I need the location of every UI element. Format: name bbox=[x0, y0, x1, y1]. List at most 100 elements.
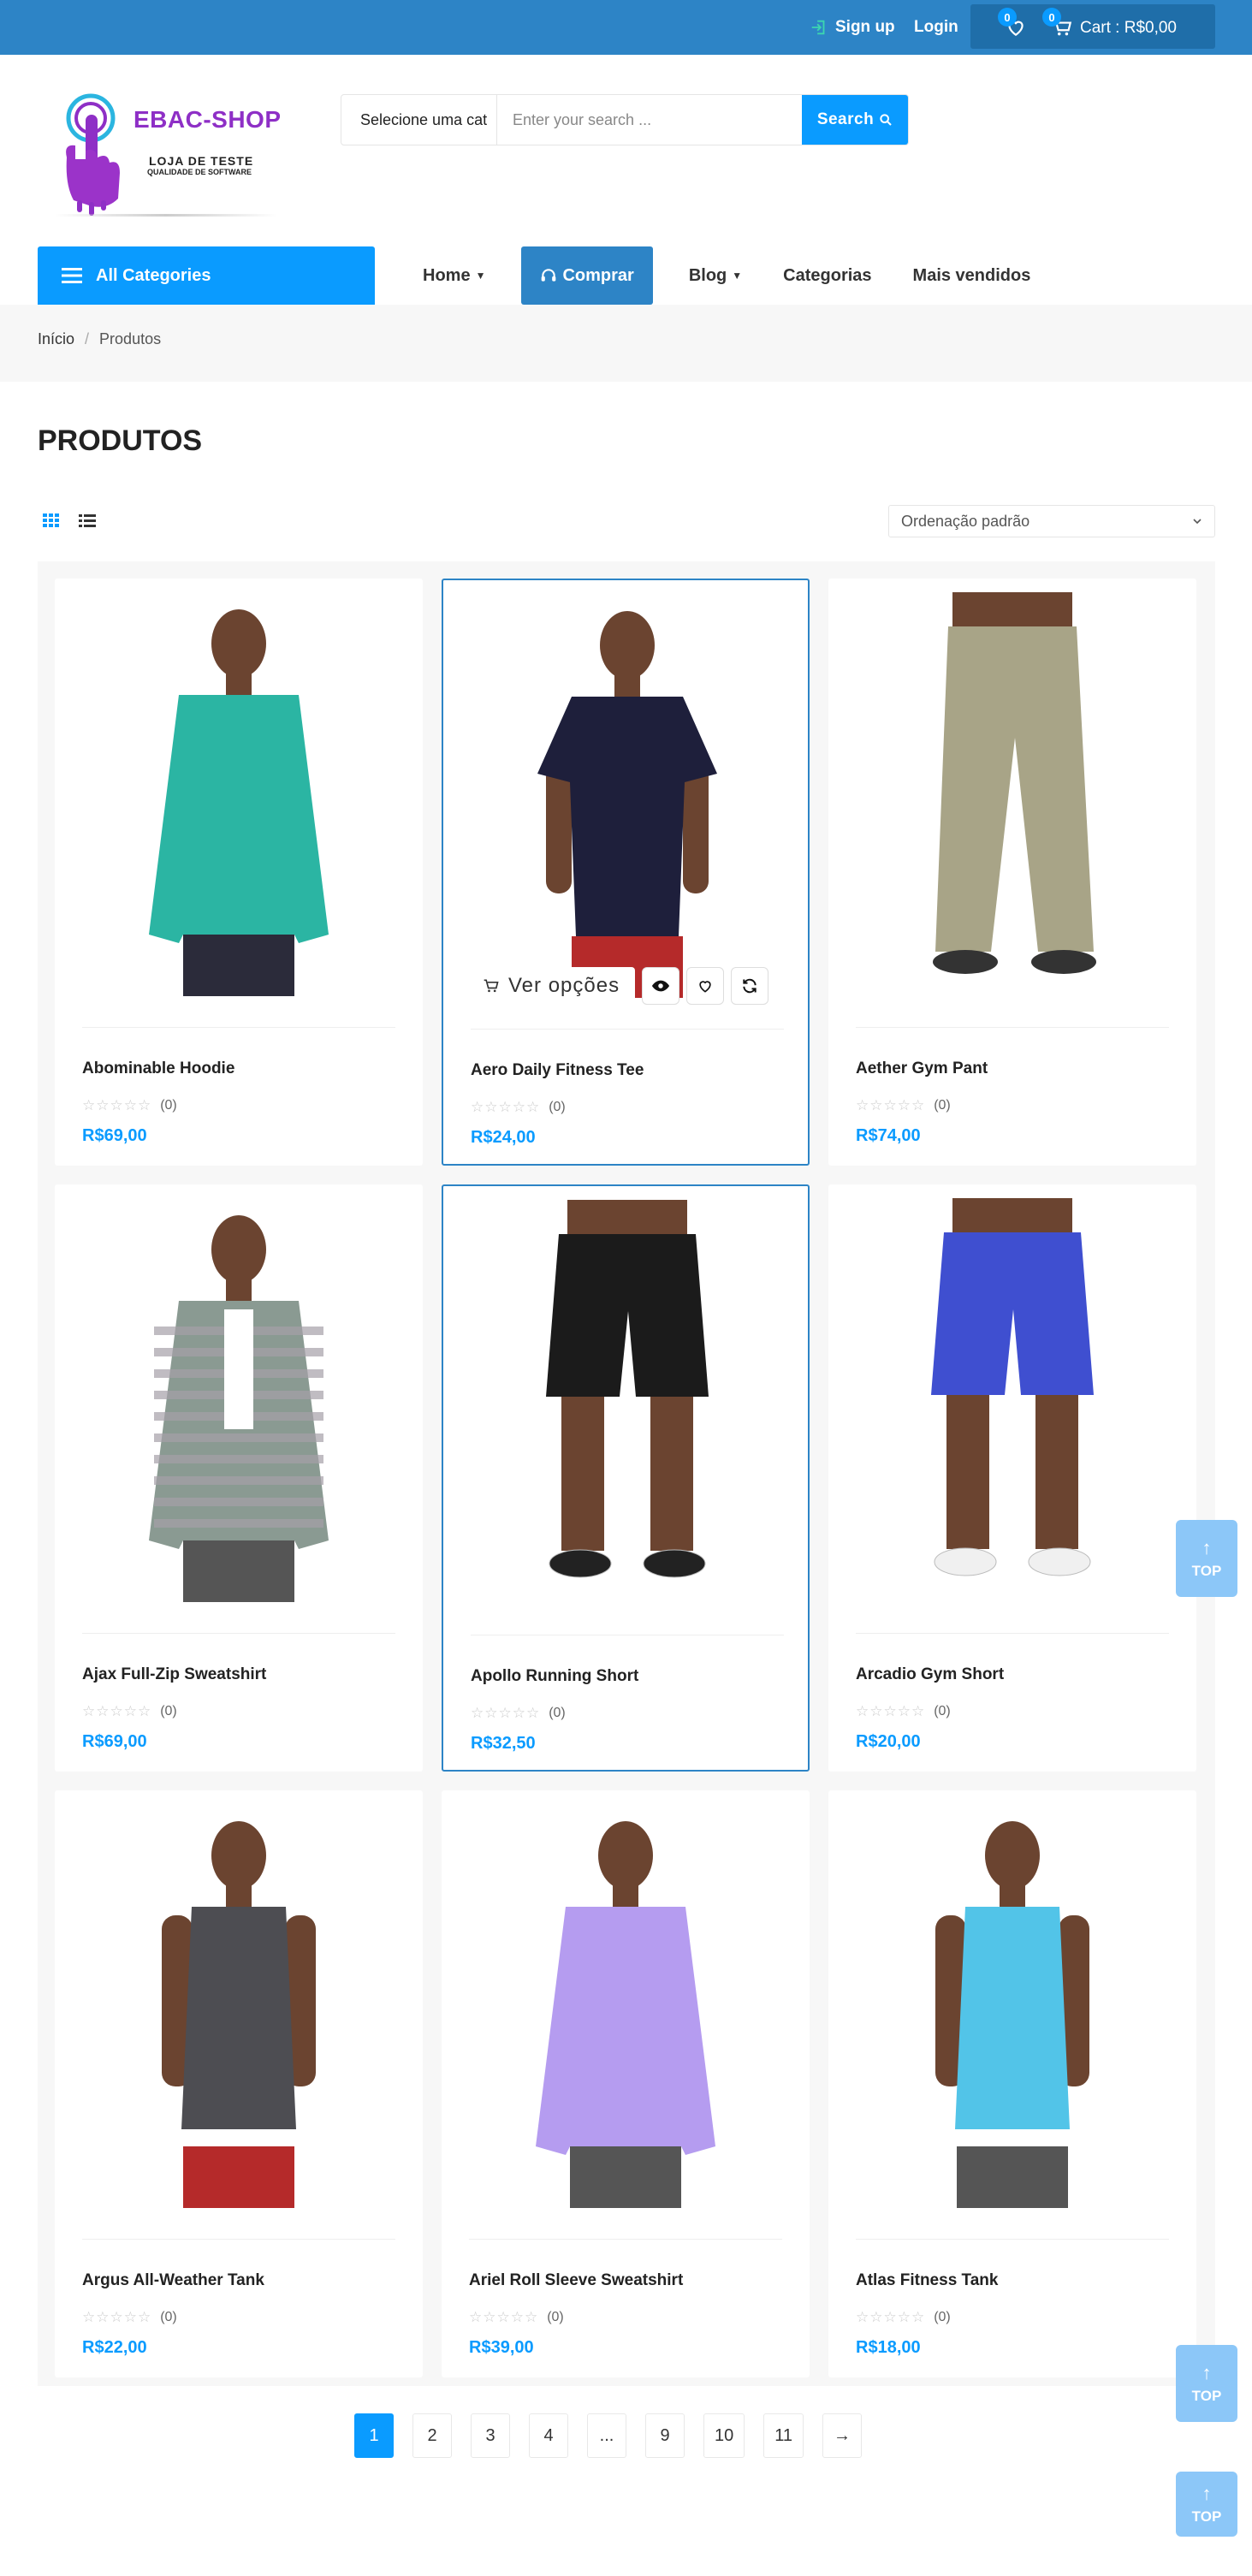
product-image[interactable] bbox=[72, 1198, 406, 1602]
list-view-icon[interactable] bbox=[79, 512, 96, 529]
product-image[interactable] bbox=[460, 1200, 794, 1604]
search-button[interactable]: Search bbox=[802, 95, 908, 145]
page-9-button[interactable]: 9 bbox=[645, 2413, 685, 2458]
product-name[interactable]: Aether Gym Pant bbox=[856, 1059, 988, 1078]
cart-icon bbox=[484, 979, 499, 993]
all-categories-label: All Categories bbox=[96, 265, 211, 285]
all-categories-button[interactable]: All Categories bbox=[38, 246, 375, 305]
caret-down-icon: ▼ bbox=[732, 270, 743, 282]
site-logo[interactable]: EBAC-SHOP LOJA DE TESTE QUALIDADE DE SOF… bbox=[38, 86, 286, 223]
back-to-top-button[interactable]: ↑ TOP bbox=[1176, 1520, 1237, 1597]
product-image[interactable] bbox=[72, 592, 406, 996]
sort-select[interactable]: Ordenação padrão bbox=[888, 505, 1215, 537]
view-toggle bbox=[43, 512, 96, 529]
nav-label-mais-vendidos: Mais vendidos bbox=[912, 265, 1031, 285]
wishlist-button[interactable]: 0 bbox=[998, 8, 1029, 40]
star-rating-icon: ☆☆☆☆☆ bbox=[856, 2309, 926, 2325]
page-11-button[interactable]: 11 bbox=[763, 2413, 804, 2458]
brand-tagline: LOJA DE TESTE bbox=[149, 154, 254, 168]
back-to-top-button[interactable]: ↑ TOP bbox=[1176, 2345, 1237, 2422]
next-page-button[interactable]: → bbox=[822, 2413, 863, 2458]
star-rating-icon: ☆☆☆☆☆ bbox=[471, 1099, 541, 1115]
product-name[interactable]: Argus All-Weather Tank bbox=[82, 2271, 264, 2290]
compare-button[interactable] bbox=[731, 967, 769, 1005]
product-rating: ☆☆☆☆☆ (0) bbox=[82, 1703, 177, 1720]
search-input[interactable] bbox=[497, 95, 802, 145]
product-price: R$20,00 bbox=[856, 1732, 921, 1751]
product-rating: ☆☆☆☆☆ (0) bbox=[82, 1097, 177, 1114]
product-card[interactable]: Ariel Roll Sleeve Sweatshirt ☆☆☆☆☆ (0) R$39… bbox=[442, 1790, 810, 2377]
page-3-button[interactable]: 3 bbox=[471, 2413, 510, 2458]
product-card[interactable]: Aero Daily Fitness Tee ☆☆☆☆☆ (0) R$24,00 Ver… bbox=[442, 579, 810, 1166]
pagination: 1 2 3 4 ... 9 10 11 → bbox=[354, 2413, 863, 2458]
cart-button[interactable]: 0 bbox=[1042, 8, 1075, 40]
product-name[interactable]: Ariel Roll Sleeve Sweatshirt bbox=[469, 2271, 683, 2290]
signup-link[interactable]: Sign up bbox=[810, 15, 895, 39]
product-card[interactable]: Apollo Running Short ☆☆☆☆☆ (0) R$32,50 bbox=[442, 1184, 810, 1772]
product-name[interactable]: Abominable Hoodie bbox=[82, 1059, 234, 1078]
nav-label-blog: Blog bbox=[688, 265, 727, 285]
arrow-up-icon: ↑ bbox=[1202, 1537, 1212, 1558]
product-rating: ☆☆☆☆☆ (0) bbox=[856, 1097, 951, 1114]
grid-view-icon[interactable] bbox=[43, 512, 60, 529]
page-10-button[interactable]: 10 bbox=[703, 2413, 745, 2458]
page-2-button[interactable]: 2 bbox=[412, 2413, 452, 2458]
cart-total[interactable]: Cart : R$0,00 bbox=[1080, 16, 1177, 40]
product-image[interactable] bbox=[846, 1198, 1179, 1602]
nav-label-categorias: Categorias bbox=[783, 265, 872, 285]
sort-selected-label: Ordenação padrão bbox=[901, 512, 1030, 530]
breadcrumb-home[interactable]: Início bbox=[38, 330, 74, 348]
nav-item-categorias[interactable]: Categorias bbox=[762, 246, 892, 305]
wishlist-count-badge: 0 bbox=[998, 8, 1017, 27]
sign-in-icon bbox=[811, 20, 825, 35]
main-nav: Home ▼ Comprar Blog ▼ Categorias Mais ve… bbox=[402, 246, 1051, 305]
product-image[interactable] bbox=[846, 1804, 1179, 2208]
product-card[interactable]: Ajax Full-Zip Sweatshirt ☆☆☆☆☆ (0) R$69,00 bbox=[55, 1184, 423, 1772]
page-1-button[interactable]: 1 bbox=[354, 2413, 394, 2458]
product-price: R$69,00 bbox=[82, 1126, 147, 1145]
top-label: TOP bbox=[1191, 1563, 1222, 1579]
page-4-button[interactable]: 4 bbox=[529, 2413, 568, 2458]
product-card[interactable]: Atlas Fitness Tank ☆☆☆☆☆ (0) R$18,00 bbox=[828, 1790, 1196, 2377]
breadcrumb: Início / Produtos bbox=[38, 330, 161, 348]
card-divider bbox=[856, 2239, 1169, 2240]
product-card[interactable]: Arcadio Gym Short ☆☆☆☆☆ (0) R$20,00 bbox=[828, 1184, 1196, 1772]
quick-view-button[interactable] bbox=[642, 967, 680, 1005]
nav-item-comprar[interactable]: Comprar bbox=[521, 246, 653, 305]
view-options-button[interactable]: Ver opções bbox=[467, 967, 636, 1005]
login-link[interactable]: Login bbox=[914, 15, 958, 39]
search-category-select[interactable]: Selecione uma cat bbox=[341, 95, 497, 145]
product-image[interactable] bbox=[72, 1804, 406, 2208]
product-card[interactable]: Argus All-Weather Tank ☆☆☆☆☆ (0) R$22,00 bbox=[55, 1790, 423, 2377]
star-rating-icon: ☆☆☆☆☆ bbox=[471, 1705, 541, 1721]
product-rating: ☆☆☆☆☆ (0) bbox=[82, 2309, 177, 2326]
nav-item-blog[interactable]: Blog ▼ bbox=[668, 246, 762, 305]
product-card[interactable]: Abominable Hoodie ☆☆☆☆☆ (0) R$69,00 bbox=[55, 579, 423, 1166]
breadcrumb-separator: / bbox=[85, 330, 90, 347]
nav-item-home[interactable]: Home ▼ bbox=[402, 246, 506, 305]
product-name[interactable]: Apollo Running Short bbox=[471, 1667, 638, 1686]
review-count: (0) bbox=[549, 1706, 566, 1720]
product-price: R$69,00 bbox=[82, 1732, 147, 1751]
product-price: R$39,00 bbox=[469, 2338, 534, 2357]
product-price: R$22,00 bbox=[82, 2338, 147, 2357]
product-image[interactable] bbox=[846, 592, 1179, 996]
product-card[interactable]: Aether Gym Pant ☆☆☆☆☆ (0) R$74,00 bbox=[828, 579, 1196, 1166]
product-name[interactable]: Aero Daily Fitness Tee bbox=[471, 1061, 644, 1080]
product-name[interactable]: Arcadio Gym Short bbox=[856, 1665, 1004, 1684]
nav-item-mais-vendidos[interactable]: Mais vendidos bbox=[893, 246, 1052, 305]
product-name[interactable]: Ajax Full-Zip Sweatshirt bbox=[82, 1665, 266, 1684]
card-divider bbox=[82, 1027, 395, 1028]
review-count: (0) bbox=[934, 2310, 951, 2324]
back-to-top-button[interactable]: ↑ TOP bbox=[1176, 2472, 1237, 2537]
product-image[interactable] bbox=[459, 1804, 792, 2208]
add-to-wishlist-button[interactable] bbox=[686, 967, 725, 1005]
product-price: R$24,00 bbox=[471, 1128, 536, 1147]
review-count: (0) bbox=[160, 1704, 177, 1718]
star-rating-icon: ☆☆☆☆☆ bbox=[82, 1703, 152, 1719]
product-rating: ☆☆☆☆☆ (0) bbox=[469, 2309, 564, 2326]
product-name[interactable]: Atlas Fitness Tank bbox=[856, 2271, 998, 2290]
product-image[interactable] bbox=[460, 594, 794, 998]
top-label: TOP bbox=[1191, 2508, 1222, 2525]
arrow-up-icon: ↑ bbox=[1202, 2362, 1212, 2383]
